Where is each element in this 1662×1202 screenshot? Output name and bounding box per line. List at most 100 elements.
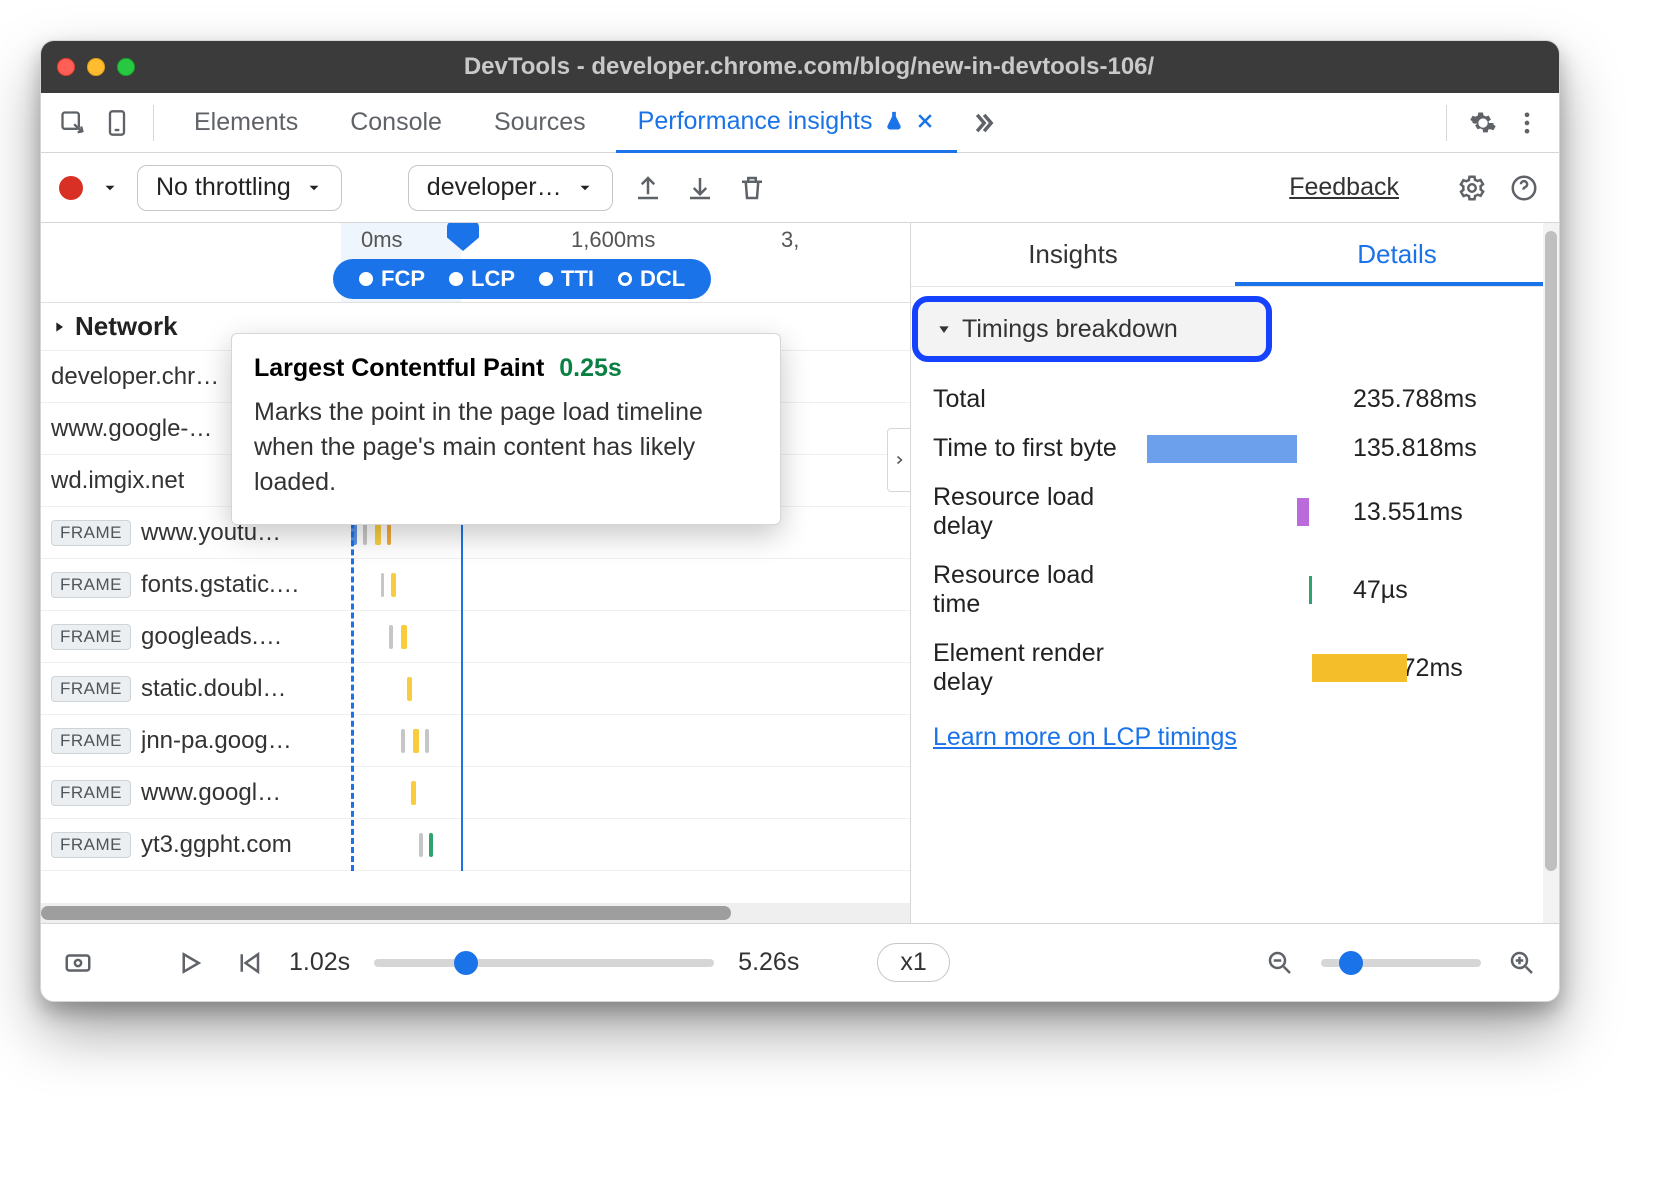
- host-label: googleads.…: [141, 623, 282, 651]
- request-marker[interactable]: [429, 833, 433, 857]
- metric-label: Element render delay: [933, 639, 1133, 697]
- request-marker[interactable]: [381, 573, 384, 597]
- recording-toolbar: No throttling developer… Feedback: [41, 153, 1559, 223]
- panel-tabbar: Elements Console Sources Performance ins…: [41, 93, 1559, 153]
- tab-label: Elements: [194, 108, 298, 137]
- request-marker[interactable]: [401, 625, 407, 649]
- main-area: 0ms 1,600ms 3, FCP LCP TTI DCL Network: [41, 223, 1559, 923]
- inspect-element-icon[interactable]: [55, 105, 91, 141]
- feedback-link[interactable]: Feedback: [1289, 173, 1399, 202]
- close-icon[interactable]: [915, 111, 935, 131]
- tick-label: 1,600ms: [571, 227, 655, 253]
- pill-lcp[interactable]: LCP: [437, 266, 527, 292]
- network-row[interactable]: FRAMEgoogleads.…: [41, 611, 910, 663]
- request-marker[interactable]: [401, 729, 405, 753]
- slider-thumb[interactable]: [1339, 951, 1363, 975]
- bullet-icon: [449, 272, 463, 286]
- zoom-slider[interactable]: [1321, 959, 1481, 967]
- window-title: DevTools - developer.chrome.com/blog/new…: [155, 53, 1543, 81]
- vertical-scrollbar[interactable]: [1543, 223, 1559, 923]
- tooltip-title: Largest Contentful Paint: [254, 354, 544, 382]
- network-row[interactable]: FRAMEwww.googl…: [41, 767, 910, 819]
- record-menu-chevron-icon[interactable]: [101, 179, 119, 197]
- metric-row: Total 235.788ms: [933, 375, 1541, 424]
- tab-label: Performance insights: [638, 107, 873, 136]
- section-title: Network: [75, 311, 178, 342]
- time-ruler[interactable]: 0ms 1,600ms 3, FCP LCP TTI DCL: [41, 223, 910, 303]
- tab-sources[interactable]: Sources: [472, 93, 608, 153]
- request-marker[interactable]: [419, 833, 423, 857]
- network-row[interactable]: FRAMEyt3.ggpht.com: [41, 819, 910, 871]
- close-window-icon[interactable]: [57, 58, 75, 76]
- minimize-window-icon[interactable]: [87, 58, 105, 76]
- flask-icon: [883, 110, 905, 132]
- tab-console[interactable]: Console: [328, 93, 464, 153]
- zoom-out-icon[interactable]: [1263, 946, 1297, 980]
- profile-value: developer…: [427, 173, 562, 202]
- import-icon[interactable]: [683, 171, 717, 205]
- maximize-window-icon[interactable]: [117, 58, 135, 76]
- slider-thumb[interactable]: [454, 951, 478, 975]
- request-marker[interactable]: [411, 781, 416, 805]
- playback-end-time: 5.26s: [738, 948, 799, 977]
- bullet-outline-icon: [618, 272, 632, 286]
- pill-dcl[interactable]: DCL: [606, 266, 697, 292]
- row-track: [341, 663, 910, 715]
- request-marker[interactable]: [391, 573, 396, 597]
- zoom-in-icon[interactable]: [1505, 946, 1539, 980]
- titlebar: DevTools - developer.chrome.com/blog/new…: [41, 41, 1559, 93]
- timings-breakdown-header[interactable]: Timings breakdown: [917, 301, 1267, 357]
- more-tabs-icon[interactable]: [965, 105, 1001, 141]
- tab-label: Sources: [494, 108, 586, 137]
- metric-row: Resource load delay 13.551ms: [933, 473, 1541, 551]
- metric-value: 47µs: [1353, 576, 1408, 605]
- host-label: jnn-pa.goog…: [141, 727, 292, 755]
- request-marker[interactable]: [389, 625, 393, 649]
- metric-bar-track: [1147, 498, 1327, 526]
- details-panel: Insights Details Timings breakdown Total…: [911, 223, 1559, 923]
- request-marker[interactable]: [425, 729, 429, 753]
- row-track: [341, 611, 910, 663]
- request-marker[interactable]: [407, 677, 412, 701]
- frame-chip: FRAME: [51, 832, 131, 858]
- record-button[interactable]: [59, 176, 83, 200]
- network-row[interactable]: FRAMEjnn-pa.goog…: [41, 715, 910, 767]
- throttle-select[interactable]: No throttling: [137, 165, 342, 211]
- learn-more-link[interactable]: Learn more on LCP timings: [911, 707, 1559, 768]
- time-slider[interactable]: [374, 959, 714, 967]
- rewind-icon[interactable]: [231, 946, 265, 980]
- help-icon[interactable]: [1507, 171, 1541, 205]
- tick-label: 3,: [781, 227, 799, 253]
- export-icon[interactable]: [631, 171, 665, 205]
- pill-label: LCP: [471, 266, 515, 292]
- tab-elements[interactable]: Elements: [172, 93, 320, 153]
- metric-label: Resource load time: [933, 561, 1133, 619]
- speed-button[interactable]: x1: [877, 943, 949, 982]
- kebab-menu-icon[interactable]: [1509, 105, 1545, 141]
- toggle-device-icon[interactable]: [99, 105, 135, 141]
- playback-footer: 1.02s 5.26s x1: [41, 923, 1559, 1001]
- panel-settings-gear-icon[interactable]: [1455, 171, 1489, 205]
- tab-insights[interactable]: Insights: [911, 223, 1235, 286]
- screenshot-toggle-icon[interactable]: [61, 946, 95, 980]
- tab-performance-insights[interactable]: Performance insights: [616, 93, 957, 153]
- network-row[interactable]: FRAMEfonts.gstatic.…: [41, 559, 910, 611]
- scrollbar-thumb[interactable]: [41, 906, 731, 920]
- host-label: static.doubl…: [141, 675, 286, 703]
- request-marker[interactable]: [413, 729, 419, 753]
- panel-splitter[interactable]: [887, 428, 911, 492]
- horizontal-scrollbar[interactable]: [41, 903, 910, 923]
- metric-bar-track: [1147, 654, 1327, 682]
- tab-details[interactable]: Details: [1235, 223, 1559, 286]
- play-icon[interactable]: [173, 946, 207, 980]
- pill-fcp[interactable]: FCP: [347, 266, 437, 292]
- lcp-tooltip: Largest Contentful Paint 0.25s Marks the…: [231, 333, 781, 525]
- network-row[interactable]: FRAMEstatic.doubl…: [41, 663, 910, 715]
- scrollbar-thumb[interactable]: [1545, 231, 1557, 871]
- profile-select[interactable]: developer…: [408, 165, 613, 211]
- pill-tti[interactable]: TTI: [527, 266, 606, 292]
- timings-metrics: Total 235.788msTime to first byte 135.81…: [911, 371, 1559, 707]
- delete-icon[interactable]: [735, 171, 769, 205]
- gear-icon[interactable]: [1465, 105, 1501, 141]
- right-tabs: Insights Details: [911, 223, 1559, 287]
